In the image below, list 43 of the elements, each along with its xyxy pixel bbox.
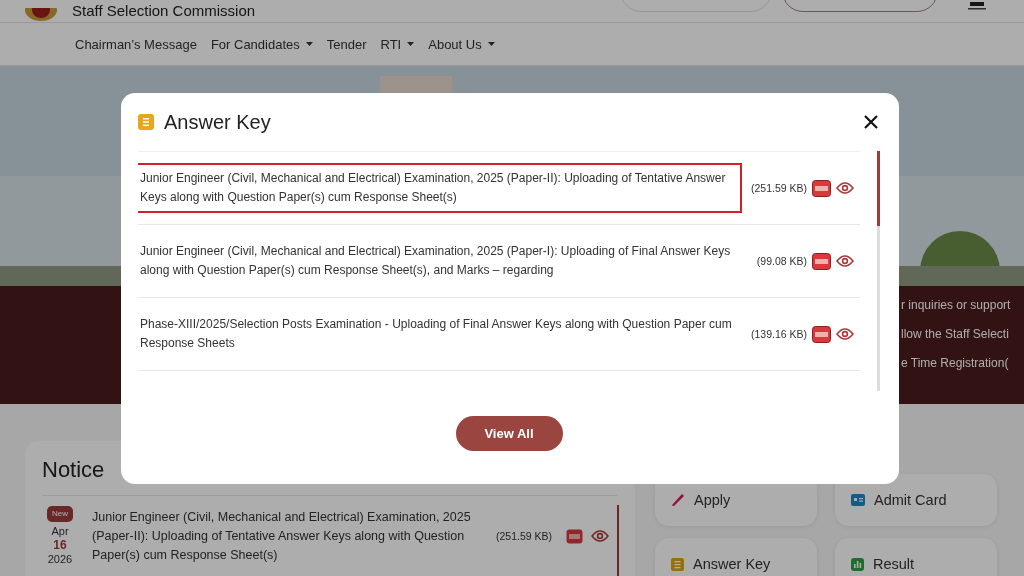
file-size: (99.08 KB) — [755, 255, 807, 267]
file-size: (251.59 KB) — [496, 530, 554, 542]
pdf-icon[interactable] — [812, 325, 831, 343]
eye-icon[interactable] — [836, 328, 854, 340]
quick-link-card[interactable]: Admit Card — [835, 474, 997, 526]
chart-icon — [851, 557, 864, 571]
date-month: Apr — [51, 524, 69, 538]
notice-heading: Notice — [42, 457, 106, 483]
ticker-text: r inquiries or support — [901, 297, 1012, 314]
nav-link[interactable]: Tender — [326, 36, 367, 52]
quick-link-card[interactable]: Result — [835, 538, 997, 576]
pdf-icon[interactable] — [812, 252, 831, 270]
eye-icon[interactable] — [836, 182, 854, 194]
pdf-icon[interactable] — [566, 528, 583, 544]
answer-key-link[interactable]: Phase-XIII/2025/Selection Posts Examination - Uploading of Final Answer Keys along with Question Paper cum Response Sheets — [138, 309, 742, 359]
file-size: (139.16 KB) — [749, 328, 807, 340]
new-badge: New — [47, 506, 73, 522]
nav-link[interactable]: Chairman’s Message — [75, 36, 197, 52]
notice-link[interactable]: Junior Engineer (Civil, Mechanical and Electrical) Examination, 2025 (Paper-II): Uploading of Tentative Answer Keys along with Question Paper(s) cum Response Sheet(s) — [92, 507, 484, 565]
answer-key-link[interactable]: Junior Engineer (Civil, Mechanical and Electrical) Examination, 2025 (Paper-I): Uploading of Final Answer Keys along with Question Paper(s) cum Response Sheet(s), and Marks – regarding — [138, 236, 742, 286]
ticker-text: e Time Registration( — [901, 355, 1010, 372]
eye-icon[interactable] — [836, 255, 854, 267]
nav-link[interactable]: RTI — [380, 36, 415, 52]
pdf-icon[interactable] — [812, 179, 831, 197]
date-year: 2026 — [47, 552, 73, 566]
list-icon — [671, 557, 684, 571]
scrollbar-thumb[interactable] — [877, 151, 880, 226]
answer-key-link[interactable]: Junior Engineer (Civil, Mechanical and Electrical) Examination, 2025 (Paper-II): Uploading of Tentative Answer Keys along with Question Paper(s) cum Response Sheet(s) — [138, 163, 742, 213]
dialog-title: Answer Key — [164, 110, 272, 134]
emblem-icon — [24, 8, 58, 22]
list-icon — [138, 114, 154, 130]
view-all-button[interactable]: View All — [455, 416, 563, 451]
close-icon[interactable] — [864, 115, 878, 129]
nav-link[interactable]: For Candidates — [210, 36, 313, 52]
eye-icon[interactable] — [591, 530, 609, 542]
nav-link[interactable]: About Us — [428, 36, 495, 52]
date-day: 16 — [53, 538, 67, 552]
site-title: Staff Selection Commission — [72, 2, 256, 19]
pencil-icon — [671, 493, 685, 507]
id-card-icon — [851, 494, 865, 506]
file-size: (251.59 KB) — [749, 182, 807, 194]
ticker-text: llow the Staff Selecti — [901, 326, 1010, 343]
quick-link-card[interactable]: Answer Key — [655, 538, 817, 576]
